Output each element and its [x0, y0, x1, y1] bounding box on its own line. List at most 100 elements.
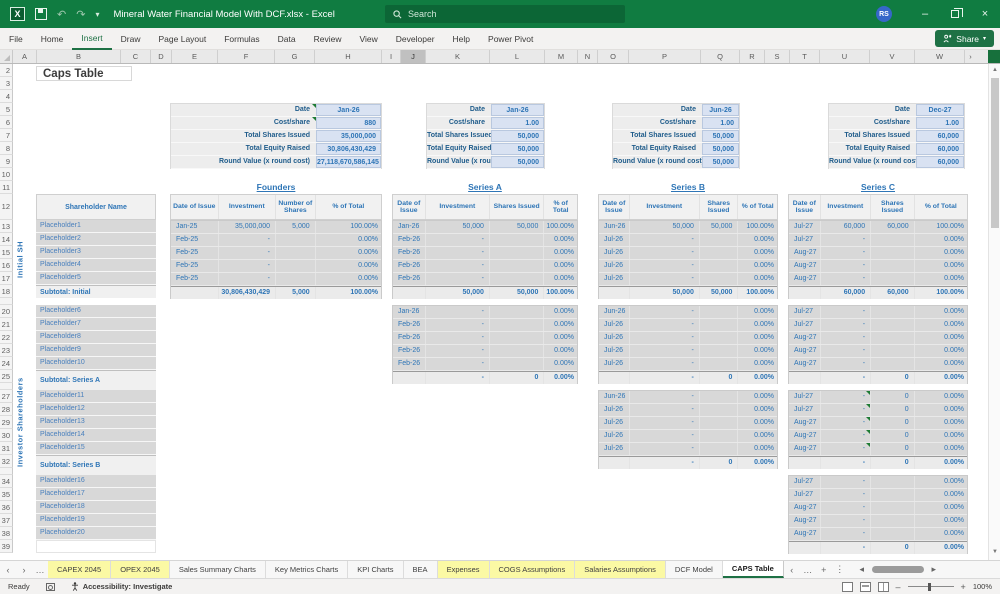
column-scroll-more-icon[interactable]: › — [965, 50, 976, 63]
summary-value[interactable]: 50,000 — [491, 156, 544, 168]
table-header-cell[interactable]: Date of Issue — [171, 195, 219, 219]
shareholder-cell[interactable]: Placeholder9 — [36, 344, 156, 357]
table-row[interactable]: Feb-26-0.00% — [393, 273, 577, 286]
tabs-more-icon[interactable]: … — [800, 561, 816, 578]
row-header-15[interactable]: 15 — [0, 246, 13, 259]
sheet-tab-dcf-model[interactable]: DCF Model — [666, 561, 723, 578]
cell-percent[interactable]: 0.00% — [915, 417, 967, 429]
table-header-cell[interactable]: Investment — [219, 195, 276, 219]
accessibility-status[interactable]: Accessibility: Investigate — [63, 582, 181, 591]
table-subtotal-row[interactable]: -00.00% — [599, 456, 777, 469]
column-header-G[interactable]: G — [275, 50, 315, 63]
cell-investment[interactable]: - — [821, 542, 871, 554]
cell-percent[interactable]: 0.00% — [738, 404, 777, 416]
cell-percent[interactable]: 0.00% — [915, 515, 967, 527]
row-header-32[interactable]: 32 — [0, 455, 13, 468]
restore-button[interactable] — [940, 0, 970, 28]
table-subtotal-row[interactable]: 60,00060,000100.00% — [789, 286, 967, 299]
table-row[interactable]: Feb-26-0.00% — [393, 319, 577, 332]
cell-shares[interactable] — [276, 247, 316, 259]
table-row[interactable]: Aug-27-0.00% — [789, 502, 967, 515]
column-header-V[interactable]: V — [870, 50, 915, 63]
table-row[interactable]: Feb-25-0.00% — [171, 247, 381, 260]
cell-percent[interactable]: 0.00% — [915, 306, 967, 318]
row-header-28[interactable]: 28 — [0, 403, 13, 416]
cell-shares[interactable] — [490, 319, 544, 331]
row-header-26[interactable] — [0, 383, 13, 390]
cell-investment[interactable]: - — [630, 457, 700, 469]
shareholder-cell[interactable]: Placeholder18 — [36, 501, 156, 514]
row-header-35[interactable]: 35 — [0, 488, 13, 501]
cell-percent[interactable]: 0.00% — [738, 247, 777, 259]
cell-investment[interactable]: - — [821, 391, 871, 403]
cell-shares[interactable] — [871, 273, 915, 285]
cell-investment[interactable]: - — [426, 319, 490, 331]
cell-date[interactable]: Jan-26 — [393, 306, 426, 318]
cell-investment[interactable]: - — [630, 430, 700, 442]
ribbon-tab-home[interactable]: Home — [32, 28, 73, 50]
cell-shares[interactable] — [700, 417, 739, 429]
cell-percent[interactable]: 0.00% — [915, 528, 967, 540]
zoom-out-icon[interactable]: – — [896, 582, 901, 592]
shareholder-cell[interactable]: Placeholder5 — [36, 272, 156, 285]
cell-date[interactable]: Aug-27 — [789, 417, 821, 429]
cell-date[interactable]: Jul-27 — [789, 404, 821, 416]
cell-investment[interactable]: 50,000 — [426, 287, 490, 299]
table-row[interactable]: Aug-27-0.00% — [789, 247, 967, 260]
cell-investment[interactable]: - — [630, 273, 700, 285]
row-header-21[interactable]: 21 — [0, 318, 13, 331]
cell-investment[interactable]: - — [630, 404, 700, 416]
cell-date[interactable] — [599, 457, 630, 469]
cell-investment[interactable]: - — [426, 332, 490, 344]
shareholder-cell[interactable]: Placeholder19 — [36, 514, 156, 527]
cell-investment[interactable]: - — [630, 345, 700, 357]
table-row[interactable]: Jun-26-0.00% — [599, 306, 777, 319]
column-header-R[interactable]: R — [740, 50, 765, 63]
cell-shares[interactable] — [490, 332, 544, 344]
cell-shares[interactable] — [700, 404, 739, 416]
cell-percent[interactable]: 0.00% — [544, 332, 577, 344]
cell-percent[interactable]: 100.00% — [544, 221, 577, 233]
cell-shares[interactable] — [871, 489, 915, 501]
cell-percent[interactable]: 100.00% — [738, 221, 777, 233]
row-header-22[interactable]: 22 — [0, 331, 13, 344]
cell-date[interactable]: Feb-25 — [171, 247, 219, 259]
cell-shares[interactable] — [871, 345, 915, 357]
zoom-level[interactable]: 100% — [973, 582, 992, 591]
row-header-4[interactable]: 4 — [0, 90, 13, 103]
cell-date[interactable]: Feb-25 — [171, 273, 219, 285]
ribbon-tab-draw[interactable]: Draw — [112, 28, 150, 50]
cell-date[interactable]: Jul-26 — [599, 273, 630, 285]
cell-investment[interactable]: - — [426, 260, 490, 272]
cell-percent[interactable]: 0.00% — [915, 443, 967, 455]
shareholder-cell[interactable]: Placeholder12 — [36, 403, 156, 416]
cell-date[interactable]: Feb-26 — [393, 247, 426, 259]
zoom-in-icon[interactable]: + — [961, 582, 966, 592]
summary-value[interactable]: 50,000 — [702, 130, 739, 142]
cell-date[interactable] — [789, 457, 821, 469]
cell-shares[interactable] — [700, 273, 739, 285]
table-row[interactable]: Jul-26-0.00% — [599, 345, 777, 358]
cell-shares[interactable] — [700, 345, 739, 357]
cell-investment[interactable]: - — [821, 345, 871, 357]
cell-date[interactable]: Aug-27 — [789, 345, 821, 357]
table-subtotal-row[interactable]: -00.00% — [789, 456, 967, 469]
table-header-cell[interactable]: Investment — [821, 195, 871, 219]
share-button[interactable]: Share ▾ — [935, 30, 994, 47]
table-header-cell[interactable]: Shares Issued — [700, 195, 739, 219]
cell-percent[interactable]: 0.00% — [915, 502, 967, 514]
cell-date[interactable] — [789, 372, 821, 384]
cell-shares[interactable]: 5,000 — [276, 221, 316, 233]
table-row[interactable]: Feb-25-0.00% — [171, 273, 381, 286]
vertical-scrollbar[interactable]: ▲ ▼ — [988, 64, 1000, 560]
cell-investment[interactable]: - — [821, 457, 871, 469]
table-row[interactable]: Jul-27-0.00% — [789, 489, 967, 502]
row-header-12[interactable]: 12 — [0, 194, 13, 220]
cell-investment[interactable]: - — [630, 358, 700, 370]
table-row[interactable]: Jul-27-00.00% — [789, 404, 967, 417]
row-header-10[interactable]: 10 — [0, 168, 13, 181]
sheet-tab-cogs-assumptions[interactable]: COGS Assumptions — [490, 561, 576, 578]
shareholder-cell[interactable]: Placeholder7 — [36, 318, 156, 331]
table-row[interactable]: Jul-26-0.00% — [599, 319, 777, 332]
close-button[interactable]: × — [970, 0, 1000, 28]
